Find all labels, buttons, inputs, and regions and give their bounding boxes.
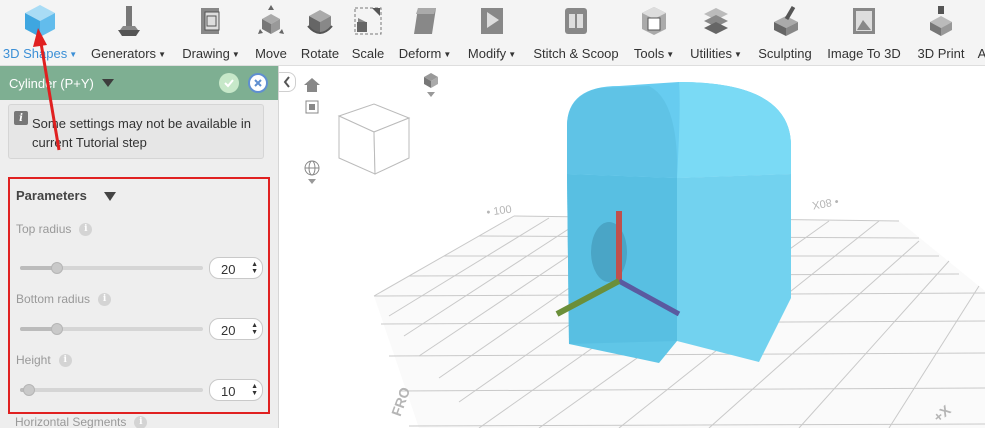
- annotation-arrow: [33, 28, 61, 151]
